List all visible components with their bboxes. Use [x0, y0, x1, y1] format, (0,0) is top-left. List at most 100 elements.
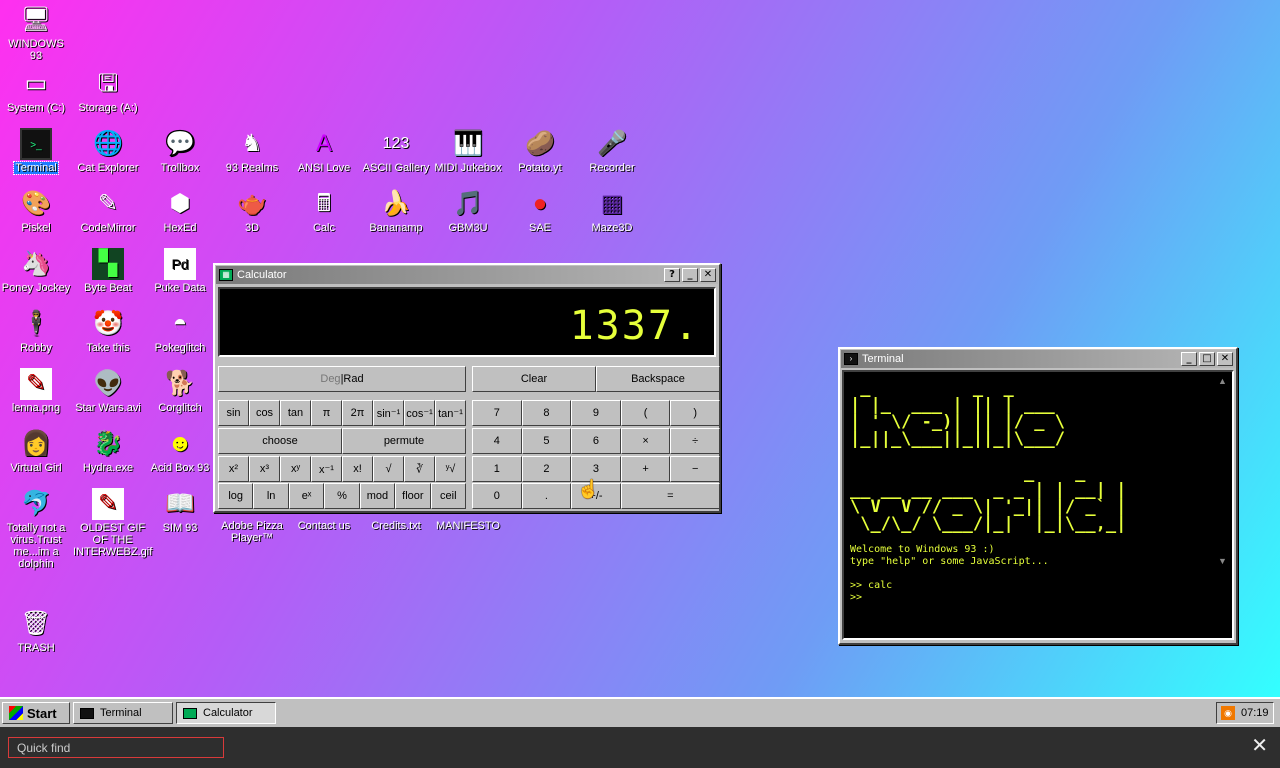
- sci-button[interactable]: sin⁻¹: [373, 400, 404, 426]
- close-icon[interactable]: ✕: [1251, 736, 1268, 756]
- desktop-icon-hexed[interactable]: ⬢ HexEd: [144, 188, 216, 234]
- desktop-icon-storage-a[interactable]: 🖫 Storage (A:): [72, 68, 144, 114]
- minimize-button[interactable]: _: [682, 268, 698, 282]
- desktop-icon-windows93[interactable]: 🖥 WINDOWS 93: [0, 4, 72, 62]
- key-button[interactable]: .: [521, 483, 572, 509]
- sci-button[interactable]: tan: [280, 400, 311, 426]
- minimize-button[interactable]: _: [1181, 352, 1197, 366]
- desktop-icon-dolphin[interactable]: 🐬 Totally not a virus.Trust me...im a dol…: [0, 488, 72, 570]
- rss-icon[interactable]: ◉: [1221, 706, 1235, 720]
- sci-button[interactable]: x³: [249, 456, 280, 482]
- desktop-icon-codemirror[interactable]: ✎ CodeMirror: [72, 188, 144, 234]
- sci-button[interactable]: %: [324, 483, 360, 509]
- sci-button[interactable]: √: [373, 456, 404, 482]
- sci-button[interactable]: eˣ: [288, 483, 325, 509]
- help-button[interactable]: ?: [664, 268, 680, 282]
- sci-button[interactable]: 2π: [342, 400, 373, 426]
- sci-button[interactable]: sin: [218, 400, 249, 426]
- deg-rad-toggle[interactable]: Deg | Rad: [218, 366, 466, 392]
- sci-button[interactable]: π: [311, 400, 342, 426]
- taskbar-task-terminal[interactable]: Terminal: [73, 702, 173, 724]
- calculator-titlebar[interactable]: ▦ Calculator ? _ ✕: [216, 266, 718, 284]
- desktop-icon-terminal[interactable]: >_ Terminal: [0, 128, 72, 175]
- close-button[interactable]: ✕: [1217, 352, 1233, 366]
- desktop-icon-corglitch[interactable]: 🐕 Corglitch: [144, 368, 216, 414]
- desktop-icon-3d[interactable]: 🫖 3D: [216, 188, 288, 234]
- key-button[interactable]: 1: [472, 456, 522, 482]
- sci-button[interactable]: x!: [342, 456, 373, 482]
- desktop-icon-poney-jockey[interactable]: 🦄 Poney Jockey: [0, 248, 72, 294]
- desktop-icon-pokeglitch[interactable]: ◓ Pokeglitch: [144, 308, 216, 354]
- key-button[interactable]: ×: [620, 428, 671, 454]
- desktop-icon-trash[interactable]: 🗑 TRASH: [0, 608, 72, 654]
- desktop-icon-ansi-love[interactable]: A ANSI Love: [288, 128, 360, 174]
- key-button[interactable]: ): [670, 400, 720, 426]
- key-button[interactable]: ÷: [670, 428, 720, 454]
- quick-find-input[interactable]: [8, 737, 224, 758]
- sci-button[interactable]: ʸ√: [435, 456, 466, 482]
- terminal-window[interactable]: › Terminal _ □ ✕ _ _ _ | |_ ___ | || | _…: [838, 347, 1238, 645]
- key-button[interactable]: 4: [472, 428, 522, 454]
- desktop-icon-oldest-gif[interactable]: ✎ OLDEST GIF OF THE INTERWEBZ.gif: [72, 488, 152, 558]
- key-button[interactable]: 9: [571, 400, 621, 426]
- desktop-icon-sae[interactable]: ● SAE: [504, 188, 576, 234]
- terminal-prompt[interactable]: >>: [850, 592, 1049, 604]
- backspace-button[interactable]: Backspace: [596, 366, 720, 392]
- sci-button[interactable]: tan⁻¹: [435, 400, 466, 426]
- calculator-window[interactable]: ▦ Calculator ? _ ✕ 1337. Deg | Rad Clear B…: [213, 263, 721, 513]
- desktop-icon-lenna[interactable]: ✎ lenna.png: [0, 368, 72, 414]
- sci-button[interactable]: cos⁻¹: [404, 400, 435, 426]
- desktop-icon-star-wars[interactable]: 👽 Star Wars.avi: [72, 368, 144, 414]
- desktop-icon-sim93[interactable]: 📖 SIM 93: [144, 488, 216, 534]
- desktop-icon-trollbox[interactable]: 💬 Trollbox: [144, 128, 216, 174]
- maximize-button[interactable]: □: [1199, 352, 1215, 366]
- desktop-icon-93-realms[interactable]: ♞ 93 Realms: [216, 128, 288, 174]
- desktop-icon-system-c[interactable]: ▭ System (C:): [0, 68, 72, 114]
- key-button[interactable]: 2: [521, 456, 572, 482]
- key-button[interactable]: +: [620, 456, 671, 482]
- desktop-icon-potato[interactable]: 🥔 Potato.yt: [504, 128, 576, 174]
- key-button[interactable]: −: [670, 456, 720, 482]
- key-button[interactable]: 6: [571, 428, 621, 454]
- desktop-icon-virtual-girl[interactable]: 👩 Virtual Girl: [0, 428, 72, 474]
- key-button[interactable]: 0: [472, 483, 522, 509]
- desktop-icon-bananamp[interactable]: 🍌 Bananamp: [360, 188, 432, 234]
- start-button[interactable]: Start: [2, 702, 70, 724]
- sci-button[interactable]: ln: [253, 483, 289, 509]
- desktop-icon-maze3d[interactable]: ▦ Maze3D: [576, 188, 648, 234]
- sci-button[interactable]: mod: [359, 483, 396, 509]
- desktop-icon-puke-data[interactable]: Pd Puke Data: [144, 248, 216, 294]
- close-button[interactable]: ✕: [700, 268, 716, 282]
- key-button[interactable]: 7: [472, 400, 522, 426]
- desktop-icon-midi-jukebox[interactable]: 🎹 MIDI Jukebox: [432, 128, 504, 174]
- sci-button[interactable]: ∛: [404, 456, 435, 482]
- sci-button[interactable]: floor: [395, 483, 431, 509]
- desktop-icon-gbm3u[interactable]: 🎵 GBM3U: [432, 188, 504, 234]
- desktop-icon-take-this[interactable]: 🤡 Take this: [72, 308, 144, 354]
- taskbar-task-calculator[interactable]: Calculator: [176, 702, 276, 724]
- terminal-screen[interactable]: _ _ _ | |_ ___ | || | ___ | ' \/ -_)| ||…: [842, 370, 1234, 640]
- sci-button[interactable]: xʸ: [280, 456, 311, 482]
- equals-button[interactable]: =: [620, 483, 720, 509]
- clear-button[interactable]: Clear: [472, 366, 596, 392]
- terminal-titlebar[interactable]: › Terminal _ □ ✕: [841, 350, 1235, 368]
- choose-button[interactable]: choose: [218, 428, 342, 454]
- desktop-icon-hydra[interactable]: 🐉 Hydra.exe: [72, 428, 144, 474]
- key-button[interactable]: 5: [521, 428, 572, 454]
- key-button[interactable]: 8: [521, 400, 572, 426]
- terminal-scrollbar[interactable]: ▲ ▼: [1218, 376, 1228, 566]
- desktop-icon-recorder[interactable]: 🎤 Recorder: [576, 128, 648, 174]
- desktop-icon-byte-beat[interactable]: ▚ Byte Beat: [72, 248, 144, 294]
- permute-button[interactable]: permute: [342, 428, 466, 454]
- sci-button[interactable]: cos: [249, 400, 280, 426]
- desktop-icon-ascii-gallery[interactable]: 123 ASCII Gallery: [360, 128, 432, 174]
- key-button[interactable]: (: [620, 400, 671, 426]
- desktop-icon-piskel[interactable]: 🎨 Piskel: [0, 188, 72, 234]
- desktop-icon-calc[interactable]: 🖩 Calc: [288, 188, 360, 234]
- sci-button[interactable]: log: [218, 483, 254, 509]
- sci-button[interactable]: ceil: [430, 483, 466, 509]
- sci-button[interactable]: x²: [218, 456, 249, 482]
- desktop-icon-acid-box[interactable]: ☻ Acid Box 93: [144, 428, 216, 474]
- desktop-icon-robby[interactable]: 🕴 Robby: [0, 308, 72, 354]
- desktop-icon-cat-explorer[interactable]: 🌐 Cat Explorer: [72, 128, 144, 174]
